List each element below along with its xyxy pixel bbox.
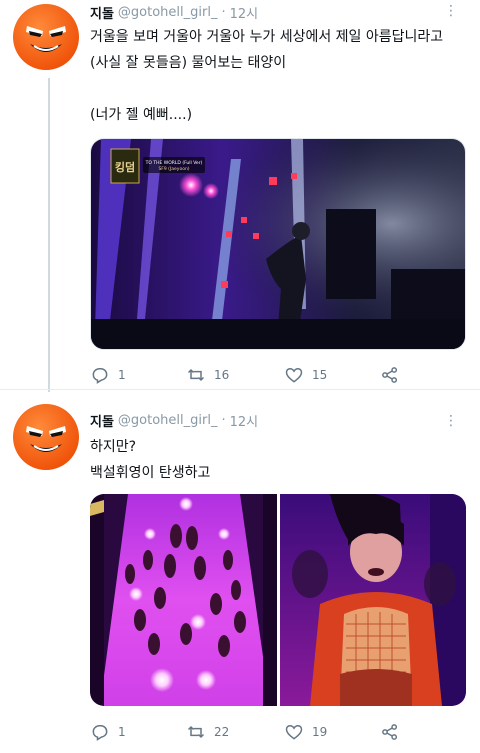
retweet-icon — [187, 725, 205, 739]
separator-dot: · — [221, 4, 226, 20]
tweet-actions: 1 22 19 — [90, 720, 410, 744]
tweet-actions: 1 16 15 — [90, 363, 410, 387]
angry-face-icon — [26, 426, 66, 452]
angry-face-icon — [26, 26, 66, 52]
song-subtitle: TO THE WORLD (Full Ver) — [145, 160, 203, 166]
avatar[interactable] — [13, 4, 79, 70]
show-logo: 킹덤 — [115, 160, 135, 174]
song-label: SF9 (Jaeyoon) — [158, 166, 189, 172]
handle[interactable]: @gotohell_girl_ — [118, 5, 218, 20]
timestamp[interactable]: 12시 — [230, 411, 259, 430]
share-icon — [382, 724, 398, 740]
retweet-count: 16 — [214, 368, 230, 382]
reply-button[interactable]: 1 — [90, 720, 126, 744]
timestamp[interactable]: 12시 — [230, 3, 259, 22]
tweet-text: 하지만? 백설휘영이 탄생하고 — [90, 439, 211, 481]
heart-icon — [285, 724, 303, 740]
like-button[interactable]: 19 — [284, 720, 327, 744]
tweet-image[interactable]: 킹덤 TO THE WORLD (Full Ver) SF9 (Jaeyoon) — [90, 138, 466, 350]
share-button[interactable] — [380, 720, 408, 744]
more-icon[interactable]: ⋮ — [442, 4, 460, 18]
reply-button[interactable]: 1 — [90, 363, 126, 387]
handle[interactable]: @gotohell_girl_ — [118, 413, 218, 428]
tweet-text: 거울을 보며 거울아 거울아 누가 세상에서 제일 아름답니라고 (사실 잘 못… — [90, 29, 444, 123]
tweet-image-right[interactable] — [280, 494, 466, 706]
separator-dot: · — [221, 412, 226, 428]
like-count: 19 — [312, 725, 328, 739]
stage-photo: 킹덤 TO THE WORLD (Full Ver) SF9 (Jaeyoon) — [91, 139, 465, 349]
avatar[interactable] — [13, 404, 79, 470]
more-icon[interactable]: ⋮ — [442, 414, 460, 428]
tweet[interactable]: 지돌 @gotohell_girl_ · 12시 ⋮ 하지만? 백설휘영이 탄생… — [0, 392, 480, 753]
retweet-button[interactable]: 16 — [186, 363, 229, 387]
tweet[interactable]: 지돌 @gotohell_girl_ · 12시 ⋮ 거울을 보며 거울아 거울… — [0, 0, 480, 388]
share-button[interactable] — [380, 363, 408, 387]
retweet-icon — [187, 368, 205, 382]
reply-count: 1 — [118, 368, 126, 382]
share-icon — [382, 367, 398, 383]
retweet-button[interactable]: 22 — [186, 720, 229, 744]
tweet-header: 지돌 @gotohell_girl_ · 12시 — [90, 410, 258, 430]
heart-icon — [285, 367, 303, 383]
reply-count: 1 — [118, 725, 126, 739]
retweet-count: 22 — [214, 725, 230, 739]
like-button[interactable]: 15 — [284, 363, 327, 387]
tweet-header: 지돌 @gotohell_girl_ · 12시 — [90, 2, 258, 22]
reply-icon — [92, 368, 108, 384]
reply-icon — [92, 725, 108, 741]
display-name[interactable]: 지돌 — [90, 411, 114, 430]
like-count: 15 — [312, 368, 328, 382]
display-name[interactable]: 지돌 — [90, 3, 114, 22]
tweet-divider — [0, 389, 480, 390]
tweet-image-left[interactable] — [90, 494, 277, 706]
tweet-image-grid — [90, 494, 466, 706]
